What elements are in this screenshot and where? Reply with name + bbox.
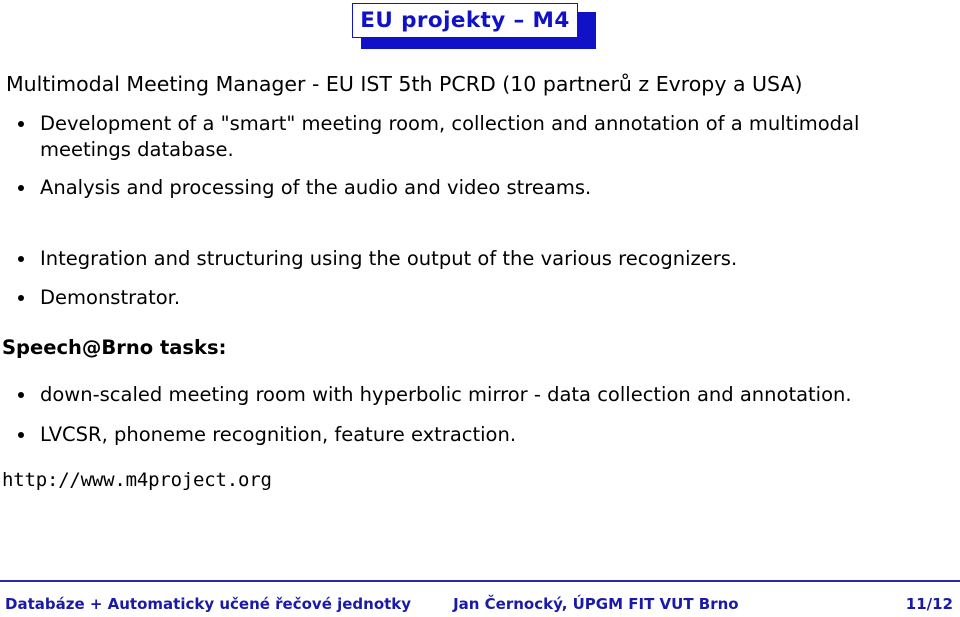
- bullet-dot-icon: [18, 392, 24, 399]
- list-item: Integration and structuring using the ou…: [0, 246, 960, 271]
- footer-page-number: 11/12: [905, 594, 953, 613]
- list-item-text: Analysis and processing of the audio and…: [40, 175, 592, 199]
- list-item: Demonstrator.: [0, 285, 960, 310]
- slide-content: Multimodal Meeting Manager - EU IST 5th …: [0, 72, 960, 493]
- list-item-text: Demonstrator.: [40, 285, 181, 309]
- bullet-dot-icon: [18, 185, 24, 191]
- list-item-text: Integration and structuring using the ou…: [40, 247, 738, 271]
- bullet-dot-icon: [18, 121, 24, 128]
- slide-title-block: EU projekty – M4: [352, 3, 596, 49]
- list-item-text: down-scaled meeting room with hyperbolic…: [40, 383, 852, 407]
- page-title: EU projekty – M4: [360, 7, 570, 33]
- project-subtitle: Multimodal Meeting Manager - EU IST 5th …: [6, 72, 803, 96]
- list-item: Development of a "smart" meeting room, c…: [0, 111, 960, 162]
- top-bullet-list: Development of a "smart" meeting room, c…: [0, 111, 960, 310]
- list-item: LVCSR, phoneme recognition, feature extr…: [0, 422, 960, 447]
- list-item-text: LVCSR, phoneme recognition, feature extr…: [40, 422, 517, 446]
- project-url[interactable]: http://www.m4project.org: [0, 469, 960, 493]
- bullet-dot-icon: [18, 294, 24, 301]
- list-item-text: Development of a "smart" meeting room, c…: [40, 112, 860, 161]
- bullet-dot-icon: [18, 256, 24, 263]
- section-heading: Speech@Brno tasks:: [2, 335, 227, 359]
- list-item: down-scaled meeting room with hyperbolic…: [0, 382, 960, 407]
- footer-author: Jan Černocký, ÚPGM FIT VUT Brno: [453, 594, 739, 613]
- bullet-dot-icon: [18, 431, 24, 438]
- list-item: Analysis and processing of the audio and…: [0, 175, 960, 200]
- bottom-bullet-list: down-scaled meeting room with hyperbolic…: [0, 382, 960, 447]
- footer-divider: [0, 580, 960, 582]
- title-box: EU projekty – M4: [352, 3, 578, 38]
- footer: Databáze + Automaticky učené řečové jedn…: [0, 590, 960, 617]
- footer-course-title: Databáze + Automaticky učené řečové jedn…: [5, 594, 412, 613]
